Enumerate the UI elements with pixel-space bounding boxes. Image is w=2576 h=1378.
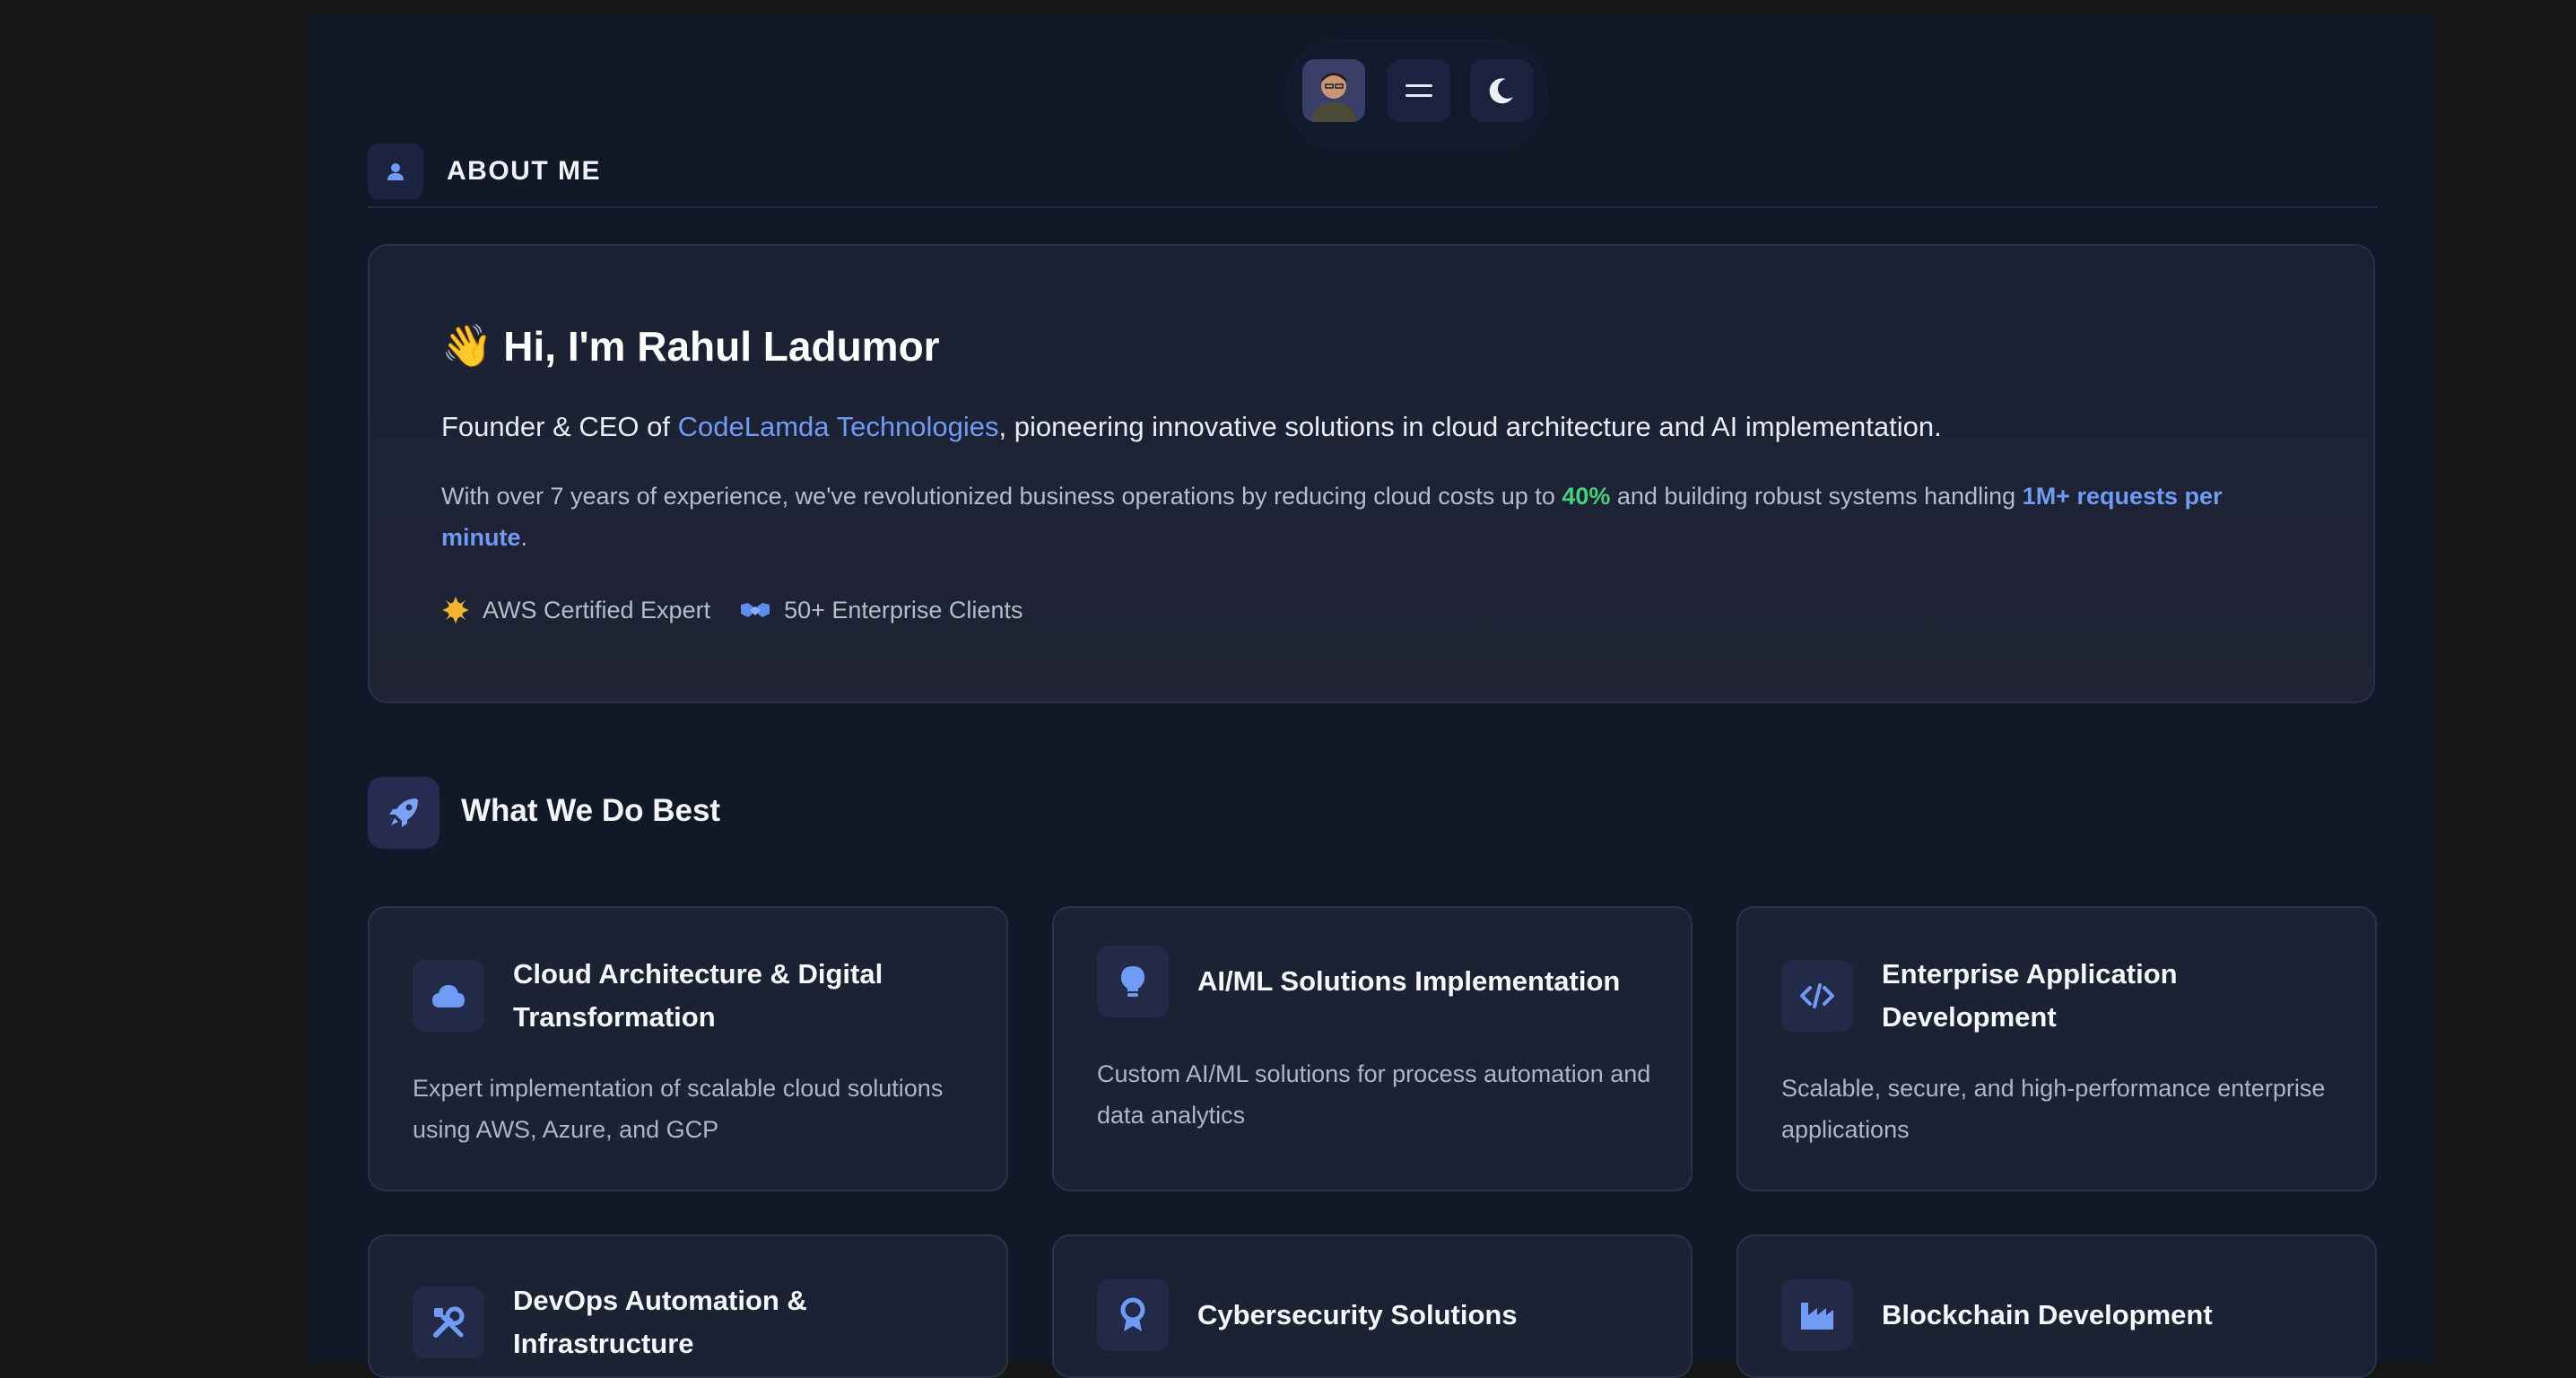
- award-icon: [1120, 1297, 1145, 1331]
- service-card[interactable]: Cloud Architecture & Digital Transformat…: [368, 906, 1008, 1191]
- service-title: DevOps Automation & Infrastructure: [513, 1285, 807, 1359]
- service-description: Custom AI/ML solutions for process autom…: [1097, 1060, 1651, 1129]
- service-icon-wrap: [1097, 1279, 1169, 1351]
- tools-icon: [433, 1306, 465, 1338]
- cloud-icon: [432, 985, 465, 1007]
- detail-part-3: .: [520, 524, 528, 551]
- service-icon-wrap: [1097, 946, 1169, 1017]
- service-icon-wrap: [413, 960, 484, 1032]
- services-icon-wrap: [368, 777, 439, 849]
- badge-clients: 50+ Enterprise Clients: [739, 596, 1023, 624]
- service-icon-wrap: [413, 1286, 484, 1358]
- detail-part-2: and building robust systems handling: [1610, 483, 2023, 510]
- about-title: ABOUT ME: [447, 156, 601, 186]
- badge-aws: AWS Certified Expert: [441, 596, 710, 624]
- badge-clients-label: 50+ Enterprise Clients: [784, 596, 1023, 624]
- service-card[interactable]: Cybersecurity Solutions: [1052, 1234, 1693, 1378]
- service-title: Enterprise Application Development: [1882, 958, 2178, 1033]
- service-title: Cloud Architecture & Digital Transformat…: [513, 958, 883, 1033]
- greeting-heading: 👋 Hi, I'm Rahul Ladumor: [441, 321, 940, 371]
- user-icon: [387, 163, 404, 180]
- avatar[interactable]: [1302, 59, 1365, 122]
- badge-aws-label: AWS Certified Expert: [483, 596, 711, 624]
- cost-reduction-highlight: 40%: [1562, 483, 1611, 510]
- greeting-text: Hi, I'm Rahul Ladumor: [503, 322, 940, 370]
- menu-icon: [1405, 84, 1432, 97]
- about-icon-wrap: [368, 144, 423, 199]
- detail-part-1: With over 7 years of experience, we've r…: [441, 483, 1562, 510]
- handshake-icon: [741, 603, 770, 617]
- service-title: AI/ML Solutions Implementation: [1197, 965, 1621, 997]
- services-title: What We Do Best: [461, 793, 721, 828]
- lightbulb-icon: [1121, 966, 1144, 997]
- sun-badge-icon: [442, 597, 469, 624]
- page: ABOUT ME 👋 Hi, I'm Rahul Ladumor Founder…: [309, 14, 2432, 1378]
- about-section-header: ABOUT ME: [368, 129, 2377, 208]
- service-icon-wrap: [1781, 960, 1853, 1032]
- industry-icon: [1801, 1303, 1833, 1330]
- service-icon-wrap: [1781, 1279, 1853, 1351]
- badges-row: AWS Certified Expert 50+ Enterprise Clie…: [441, 596, 1023, 624]
- menu-button[interactable]: [1388, 59, 1450, 122]
- code-icon: [1800, 983, 1834, 1008]
- lead-suffix: , pioneering innovative solutions in clo…: [998, 411, 1942, 442]
- lead-prefix: Founder & CEO of: [441, 411, 678, 442]
- service-card[interactable]: Enterprise Application Development Scala…: [1736, 906, 2377, 1191]
- moon-icon: [1489, 78, 1513, 104]
- avatar-icon: [1302, 59, 1365, 122]
- intro-card: 👋 Hi, I'm Rahul Ladumor Founder & CEO of…: [368, 244, 2375, 703]
- service-description: Scalable, secure, and high-performance e…: [1781, 1075, 2326, 1143]
- service-title: Cybersecurity Solutions: [1197, 1299, 1518, 1330]
- rocket-icon: [389, 798, 418, 827]
- intro-detail: With over 7 years of experience, we've r…: [441, 475, 2289, 558]
- service-card[interactable]: Blockchain Development: [1736, 1234, 2377, 1378]
- service-description: Expert implementation of scalable cloud …: [413, 1075, 944, 1143]
- service-title: Blockchain Development: [1882, 1299, 2213, 1330]
- company-link[interactable]: CodeLamda Technologies: [678, 411, 999, 442]
- service-card[interactable]: AI/ML Solutions Implementation Custom AI…: [1052, 906, 1693, 1191]
- wave-emoji: 👋: [441, 322, 493, 369]
- intro-lead: Founder & CEO of CodeLamda Technologies,…: [441, 411, 1942, 443]
- service-card[interactable]: DevOps Automation & Infrastructure: [368, 1234, 1008, 1378]
- theme-toggle-button[interactable]: [1470, 59, 1533, 122]
